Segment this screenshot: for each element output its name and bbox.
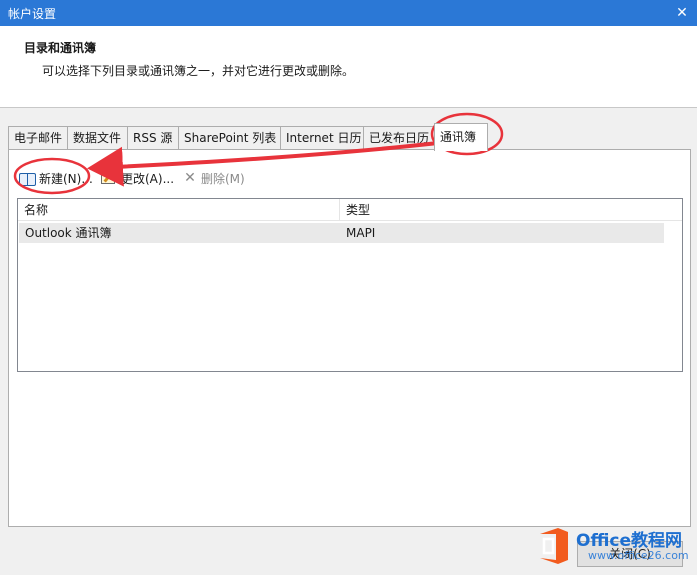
tab-internet-calendars[interactable]: Internet 日历 — [280, 126, 364, 150]
watermark-logo: Office教程网 www.office26.com — [536, 522, 691, 572]
tab-sharepoint-lists[interactable]: SharePoint 列表 — [178, 126, 281, 150]
tab-email[interactable]: 电子邮件 — [8, 126, 68, 150]
edit-button[interactable]: 更改(A)... — [101, 168, 174, 188]
new-button-label: 新建(N)... — [39, 171, 93, 186]
edit-button-label: 更改(A)... — [121, 171, 175, 186]
delete-button[interactable]: ✕ 删除(M) — [183, 168, 245, 188]
column-header-type[interactable]: 类型 — [340, 199, 664, 221]
column-header-name[interactable]: 名称 — [18, 199, 340, 221]
address-book-list[interactable]: 名称 类型 Outlook 通讯簿 MAPI — [17, 198, 683, 372]
window-title: 帐户设置 — [8, 7, 57, 21]
delete-x-icon: ✕ — [184, 170, 196, 186]
watermark-brand: Office教程网 — [576, 531, 683, 551]
delete-button-label: 删除(M) — [201, 171, 245, 186]
office-logo-icon — [540, 528, 568, 564]
list-header: 名称 类型 — [18, 199, 682, 221]
watermark-url: www.office26.com — [588, 549, 689, 562]
address-books-panel: 新建(N)... 更改(A)... ✕ 删除(M) 名称 类型 Outlook … — [8, 149, 691, 527]
close-icon[interactable]: ✕ — [667, 0, 697, 26]
section-description: 可以选择下列目录或通讯簿之一，并对它进行更改或删除。 — [42, 64, 355, 78]
list-row-outlook-address-book[interactable]: Outlook 通讯簿 MAPI — [19, 223, 664, 243]
tab-data-files[interactable]: 数据文件 — [67, 126, 128, 150]
dialog-header: 目录和通讯簿 可以选择下列目录或通讯簿之一，并对它进行更改或删除。 — [0, 26, 697, 108]
row-name: Outlook 通讯簿 — [25, 226, 112, 240]
edit-icon — [101, 171, 117, 185]
tab-rss-feeds[interactable]: RSS 源 — [127, 126, 179, 150]
address-book-icon — [19, 172, 36, 186]
new-button[interactable]: 新建(N)... — [19, 168, 93, 188]
tab-address-books[interactable]: 通讯簿 — [434, 123, 488, 151]
title-bar: 帐户设置 ✕ — [0, 0, 697, 26]
section-title: 目录和通讯簿 — [24, 41, 97, 55]
tab-published-calendars[interactable]: 已发布日历 — [363, 126, 435, 150]
row-type: MAPI — [346, 226, 376, 240]
